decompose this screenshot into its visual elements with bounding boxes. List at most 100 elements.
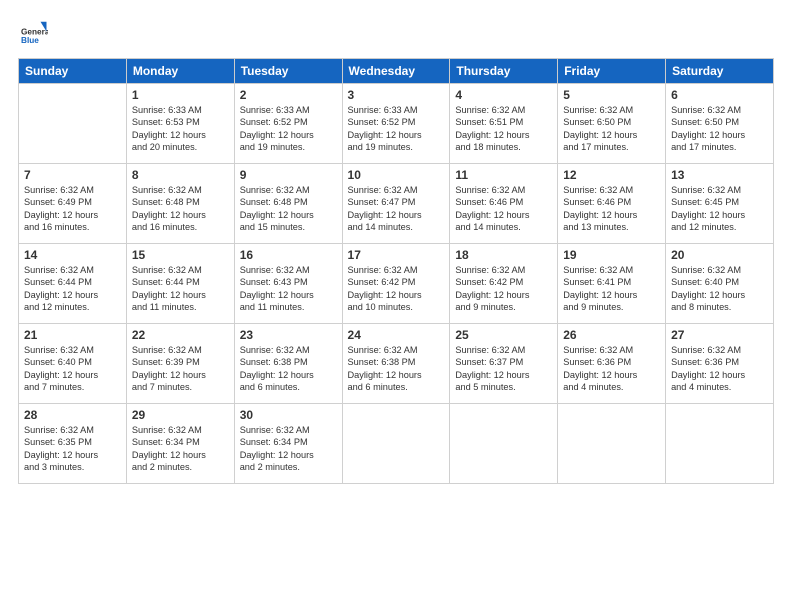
cell-date: 14	[24, 248, 121, 262]
calendar-week-1: 1Sunrise: 6:33 AM Sunset: 6:53 PM Daylig…	[19, 84, 774, 164]
cell-info: Sunrise: 6:32 AM Sunset: 6:38 PM Dayligh…	[348, 344, 445, 394]
cell-date: 18	[455, 248, 552, 262]
calendar-cell: 21 Sunrise: 6:32 AM Sunset: 6:40 PM Dayli…	[19, 324, 127, 404]
cell-date: 21	[24, 328, 121, 342]
calendar-container: General Blue SundayMondayTuesdayWednesda…	[0, 0, 792, 612]
calendar-cell: 25Sunrise: 6:32 AM Sunset: 6:37 PM Dayli…	[450, 324, 558, 404]
cell-info: Sunrise: 6:33 AM Sunset: 6:52 PM Dayligh…	[348, 104, 445, 154]
cell-info: Sunrise: 6:32 AM Sunset: 6:41 PM Dayligh…	[563, 264, 660, 314]
cell-info: Sunrise: 6:33 AM Sunset: 6:53 PM Dayligh…	[132, 104, 229, 154]
cell-date: 29	[132, 408, 229, 422]
calendar-cell: 2Sunrise: 6:33 AM Sunset: 6:52 PM Daylig…	[234, 84, 342, 164]
cell-date: 19	[563, 248, 660, 262]
cell-date: 15	[132, 248, 229, 262]
calendar-cell: 12 Sunrise: 6:32 AM Sunset: 6:46 PM Dayli…	[558, 164, 666, 244]
calendar-cell	[19, 84, 127, 164]
cell-date: 13	[671, 168, 768, 182]
calendar-cell: 3 Sunrise: 6:33 AM Sunset: 6:52 PM Daylig…	[342, 84, 450, 164]
cell-info: Sunrise: 6:32 AM Sunset: 6:42 PM Dayligh…	[455, 264, 552, 314]
cell-date: 10	[348, 168, 445, 182]
calendar-cell: 13 Sunrise: 6:32 AM Sunset: 6:45 PM Dayli…	[666, 164, 774, 244]
cell-info: Sunrise: 6:32 AM Sunset: 6:38 PM Dayligh…	[240, 344, 337, 394]
calendar-cell: 14 Sunrise: 6:32 AM Sunset: 6:44 PM Dayli…	[19, 244, 127, 324]
cell-info: Sunrise: 6:32 AM Sunset: 6:34 PM Dayligh…	[240, 424, 337, 474]
cell-info: Sunrise: 6:32 AM Sunset: 6:40 PM Dayligh…	[24, 344, 121, 394]
calendar-cell: 29 Sunrise: 6:32 AM Sunset: 6:34 PM Dayli…	[126, 404, 234, 484]
cell-info: Sunrise: 6:32 AM Sunset: 6:45 PM Dayligh…	[671, 184, 768, 234]
calendar-cell: 9 Sunrise: 6:32 AM Sunset: 6:48 PM Daylig…	[234, 164, 342, 244]
cell-date: 26	[563, 328, 660, 342]
cell-info: Sunrise: 6:32 AM Sunset: 6:39 PM Dayligh…	[132, 344, 229, 394]
cell-info: Sunrise: 6:32 AM Sunset: 6:51 PM Dayligh…	[455, 104, 552, 154]
day-header-thursday: Thursday	[450, 59, 558, 84]
calendar-cell: 23Sunrise: 6:32 AM Sunset: 6:38 PM Dayli…	[234, 324, 342, 404]
cell-info: Sunrise: 6:32 AM Sunset: 6:44 PM Dayligh…	[132, 264, 229, 314]
cell-date: 2	[240, 88, 337, 102]
calendar-cell: 17 Sunrise: 6:32 AM Sunset: 6:42 PM Dayli…	[342, 244, 450, 324]
cell-date: 16	[240, 248, 337, 262]
calendar-cell: 4Sunrise: 6:32 AM Sunset: 6:51 PM Daylig…	[450, 84, 558, 164]
header: General Blue	[18, 18, 774, 48]
calendar-header-row: SundayMondayTuesdayWednesdayThursdayFrid…	[19, 59, 774, 84]
calendar-cell: 15 Sunrise: 6:32 AM Sunset: 6:44 PM Dayli…	[126, 244, 234, 324]
calendar-cell: 11 Sunrise: 6:32 AM Sunset: 6:46 PM Dayli…	[450, 164, 558, 244]
cell-info: Sunrise: 6:32 AM Sunset: 6:34 PM Dayligh…	[132, 424, 229, 474]
cell-info: Sunrise: 6:32 AM Sunset: 6:50 PM Dayligh…	[563, 104, 660, 154]
cell-date: 22	[132, 328, 229, 342]
calendar-cell: 27 Sunrise: 6:32 AM Sunset: 6:36 PM Dayli…	[666, 324, 774, 404]
day-header-sunday: Sunday	[19, 59, 127, 84]
cell-date: 3	[348, 88, 445, 102]
cell-info: Sunrise: 6:32 AM Sunset: 6:36 PM Dayligh…	[671, 344, 768, 394]
calendar-cell: 8Sunrise: 6:32 AM Sunset: 6:48 PM Daylig…	[126, 164, 234, 244]
cell-date: 28	[24, 408, 121, 422]
calendar-cell: 7 Sunrise: 6:32 AM Sunset: 6:49 PM Daylig…	[19, 164, 127, 244]
cell-date: 25	[455, 328, 552, 342]
day-header-friday: Friday	[558, 59, 666, 84]
calendar-cell: 5Sunrise: 6:32 AM Sunset: 6:50 PM Daylig…	[558, 84, 666, 164]
svg-text:Blue: Blue	[21, 36, 39, 45]
cell-info: Sunrise: 6:32 AM Sunset: 6:48 PM Dayligh…	[240, 184, 337, 234]
calendar-cell: 6 Sunrise: 6:32 AM Sunset: 6:50 PM Daylig…	[666, 84, 774, 164]
calendar-cell	[666, 404, 774, 484]
cell-info: Sunrise: 6:32 AM Sunset: 6:43 PM Dayligh…	[240, 264, 337, 314]
cell-date: 17	[348, 248, 445, 262]
cell-date: 24	[348, 328, 445, 342]
calendar-cell: 26 Sunrise: 6:32 AM Sunset: 6:36 PM Dayli…	[558, 324, 666, 404]
calendar-week-2: 7 Sunrise: 6:32 AM Sunset: 6:49 PM Daylig…	[19, 164, 774, 244]
cell-info: Sunrise: 6:32 AM Sunset: 6:35 PM Dayligh…	[24, 424, 121, 474]
cell-date: 7	[24, 168, 121, 182]
logo-icon: General Blue	[18, 18, 48, 48]
calendar-cell	[342, 404, 450, 484]
calendar-cell: 18 Sunrise: 6:32 AM Sunset: 6:42 PM Dayli…	[450, 244, 558, 324]
cell-info: Sunrise: 6:32 AM Sunset: 6:46 PM Dayligh…	[455, 184, 552, 234]
cell-date: 27	[671, 328, 768, 342]
cell-info: Sunrise: 6:32 AM Sunset: 6:47 PM Dayligh…	[348, 184, 445, 234]
calendar-table: SundayMondayTuesdayWednesdayThursdayFrid…	[18, 58, 774, 484]
calendar-cell: 24 Sunrise: 6:32 AM Sunset: 6:38 PM Dayli…	[342, 324, 450, 404]
calendar-cell: 20Sunrise: 6:32 AM Sunset: 6:40 PM Dayli…	[666, 244, 774, 324]
cell-date: 9	[240, 168, 337, 182]
cell-info: Sunrise: 6:32 AM Sunset: 6:46 PM Dayligh…	[563, 184, 660, 234]
calendar-cell: 28 Sunrise: 6:32 AM Sunset: 6:35 PM Dayli…	[19, 404, 127, 484]
calendar-cell	[450, 404, 558, 484]
cell-date: 11	[455, 168, 552, 182]
logo: General Blue	[18, 18, 52, 48]
calendar-cell: 22 Sunrise: 6:32 AM Sunset: 6:39 PM Dayli…	[126, 324, 234, 404]
cell-info: Sunrise: 6:32 AM Sunset: 6:48 PM Dayligh…	[132, 184, 229, 234]
cell-date: 12	[563, 168, 660, 182]
calendar-cell: 1Sunrise: 6:33 AM Sunset: 6:53 PM Daylig…	[126, 84, 234, 164]
calendar-cell: 16 Sunrise: 6:32 AM Sunset: 6:43 PM Dayli…	[234, 244, 342, 324]
calendar-week-4: 21 Sunrise: 6:32 AM Sunset: 6:40 PM Dayli…	[19, 324, 774, 404]
cell-date: 30	[240, 408, 337, 422]
cell-info: Sunrise: 6:32 AM Sunset: 6:42 PM Dayligh…	[348, 264, 445, 314]
cell-info: Sunrise: 6:32 AM Sunset: 6:44 PM Dayligh…	[24, 264, 121, 314]
cell-info: Sunrise: 6:32 AM Sunset: 6:49 PM Dayligh…	[24, 184, 121, 234]
calendar-cell: 10 Sunrise: 6:32 AM Sunset: 6:47 PM Dayli…	[342, 164, 450, 244]
calendar-cell: 30 Sunrise: 6:32 AM Sunset: 6:34 PM Dayli…	[234, 404, 342, 484]
cell-info: Sunrise: 6:32 AM Sunset: 6:50 PM Dayligh…	[671, 104, 768, 154]
calendar-cell	[558, 404, 666, 484]
cell-info: Sunrise: 6:32 AM Sunset: 6:36 PM Dayligh…	[563, 344, 660, 394]
day-header-wednesday: Wednesday	[342, 59, 450, 84]
calendar-cell: 19 Sunrise: 6:32 AM Sunset: 6:41 PM Dayli…	[558, 244, 666, 324]
cell-date: 6	[671, 88, 768, 102]
